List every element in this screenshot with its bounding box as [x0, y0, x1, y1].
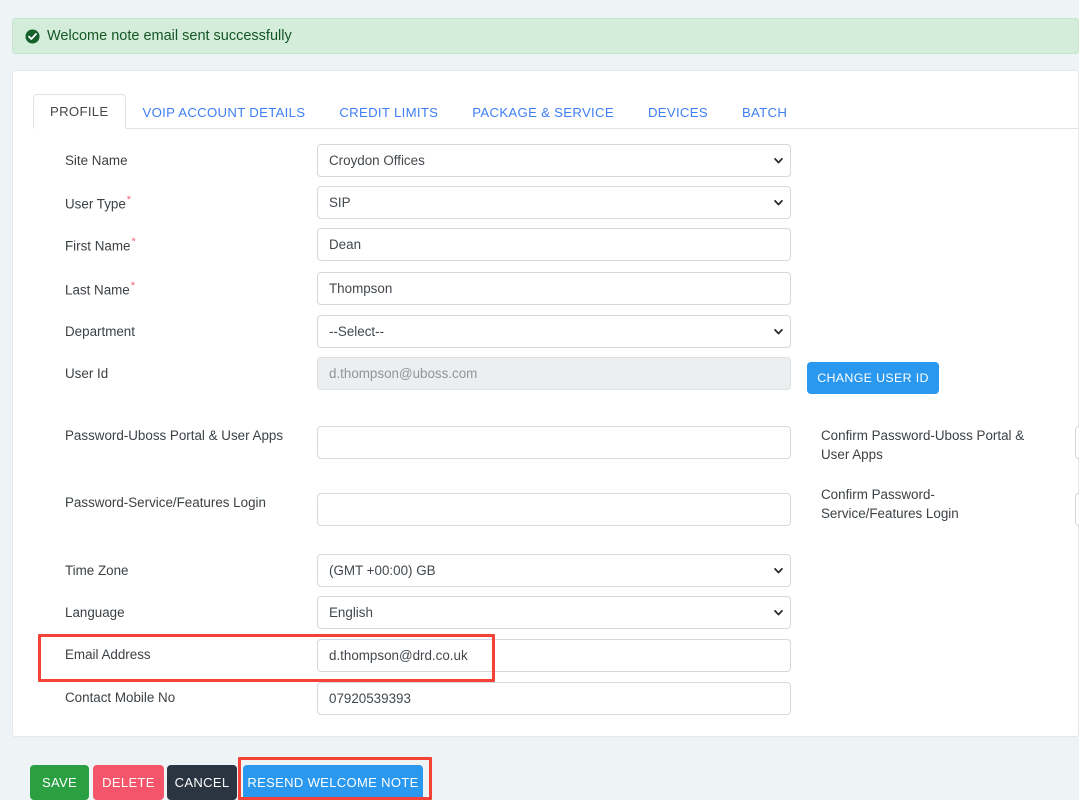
last-name-input[interactable]: Thompson: [317, 272, 791, 305]
first-name-input[interactable]: Dean: [317, 228, 791, 261]
site-name-label: Site Name: [65, 153, 128, 168]
department-value: --Select--: [329, 324, 385, 339]
time-zone-value: (GMT +00:00) GB: [329, 563, 436, 578]
email-address-label: Email Address: [65, 647, 151, 662]
site-name-value: Croydon Offices: [329, 153, 425, 168]
department-select[interactable]: --Select--: [317, 315, 791, 348]
tab-package-and-service[interactable]: PACKAGE & SERVICE: [455, 95, 631, 129]
confirm-password-portal-label: Confirm Password-Uboss Portal & User App…: [821, 428, 1025, 463]
time-zone-label: Time Zone: [65, 563, 129, 578]
user-id-value: d.thompson@uboss.com: [329, 366, 478, 381]
language-select[interactable]: English: [317, 596, 791, 629]
email-address-value: d.thompson@drd.co.uk: [329, 648, 468, 663]
change-user-id-button[interactable]: CHANGE USER ID: [807, 362, 939, 394]
success-alert-message: Welcome note email sent successfully: [47, 28, 292, 44]
email-address-input[interactable]: d.thompson@drd.co.uk: [317, 639, 791, 672]
confirm-password-service-input[interactable]: [1075, 493, 1079, 526]
user-type-value: SIP: [329, 195, 351, 210]
cancel-button[interactable]: CANCEL: [167, 765, 237, 800]
check-circle-icon: [25, 28, 40, 44]
user-id-label: User Id: [65, 366, 109, 381]
first-name-label: First Name*: [65, 235, 136, 256]
site-name-select[interactable]: Croydon Offices: [317, 144, 791, 177]
user-type-select[interactable]: SIP: [317, 186, 791, 219]
profile-card: PROFILE VOIP ACCOUNT DETAILS CREDIT LIMI…: [12, 70, 1079, 737]
last-name-label-text: Last Name: [65, 282, 130, 298]
contact-mobile-input[interactable]: 07920539393: [317, 682, 791, 715]
tab-bar: PROFILE VOIP ACCOUNT DETAILS CREDIT LIMI…: [33, 93, 1079, 129]
language-label: Language: [65, 605, 125, 620]
resend-welcome-note-button[interactable]: RESEND WELCOME NOTE: [243, 765, 423, 800]
tab-devices[interactable]: DEVICES: [631, 95, 725, 129]
confirm-password-service-label: Confirm Password-Service/Features Login: [821, 487, 959, 522]
user-id-input: d.thompson@uboss.com: [317, 357, 791, 390]
password-portal-input[interactable]: [317, 426, 791, 459]
tab-profile[interactable]: PROFILE: [33, 94, 126, 129]
success-alert: Welcome note email sent successfully: [12, 18, 1079, 54]
page-root: Welcome note email sent successfully PRO…: [0, 0, 1079, 800]
user-type-label: User Type*: [65, 193, 131, 214]
contact-mobile-label: Contact Mobile No: [65, 690, 176, 705]
confirm-password-portal-input[interactable]: [1075, 426, 1079, 459]
required-asterisk: *: [131, 236, 136, 248]
first-name-value: Dean: [329, 237, 362, 252]
time-zone-select[interactable]: (GMT +00:00) GB: [317, 554, 791, 587]
tab-voip-account-details[interactable]: VOIP ACCOUNT DETAILS: [126, 95, 323, 129]
user-type-label-text: User Type: [65, 196, 126, 212]
department-label: Department: [65, 324, 135, 339]
required-asterisk: *: [130, 280, 136, 292]
password-service-label: Password-Service/Features Login: [65, 495, 266, 510]
required-asterisk: *: [126, 194, 132, 206]
language-value: English: [329, 605, 373, 620]
first-name-label-text: First Name: [65, 238, 131, 254]
last-name-value: Thompson: [329, 281, 393, 296]
delete-button[interactable]: DELETE: [93, 765, 164, 800]
password-service-input[interactable]: [317, 493, 791, 526]
tab-credit-limits[interactable]: CREDIT LIMITS: [322, 95, 455, 129]
last-name-label: Last Name*: [65, 279, 135, 300]
save-button[interactable]: SAVE: [30, 765, 89, 800]
tab-batch[interactable]: BATCH: [725, 95, 804, 129]
contact-mobile-value: 07920539393: [329, 691, 411, 706]
password-portal-label: Password-Uboss Portal & User Apps: [65, 428, 284, 443]
